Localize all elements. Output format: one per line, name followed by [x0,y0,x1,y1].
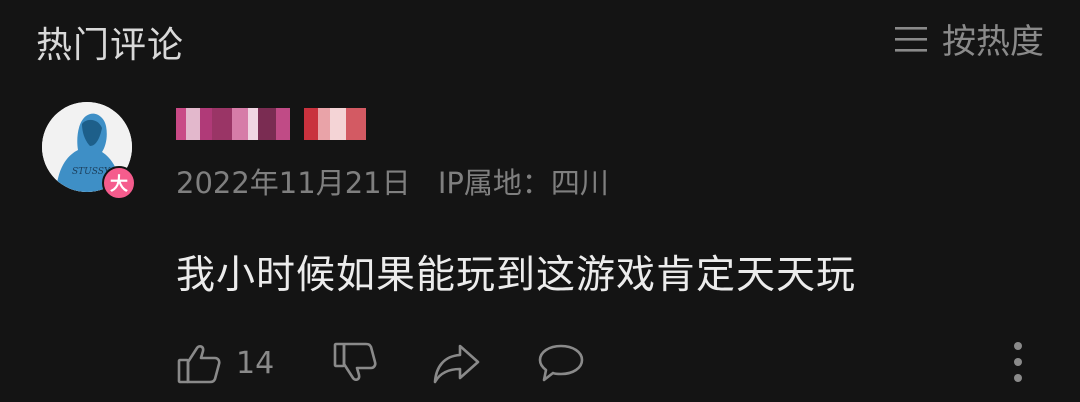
sort-label: 按热度 [942,22,1044,62]
avatar[interactable]: STUSSY 大 [42,102,136,200]
reply-bubble-icon [536,340,586,386]
like-button[interactable]: 14 [176,340,274,386]
like-count: 14 [236,345,275,381]
share-icon [432,340,482,386]
header-title: 热门评论 [36,25,185,66]
more-vertical-icon [1012,340,1024,384]
level-badge: 大 [102,166,136,200]
comment-date: 2022年11月21日 [176,166,411,200]
comment-meta: 2022年11月21日 IP属地：四川 [176,160,609,202]
reply-button[interactable] [536,340,586,386]
sort-by-popularity-button[interactable]: 按热度 [894,14,1044,63]
dislike-button[interactable] [332,340,378,386]
thumbs-down-icon [332,340,378,386]
username-pixelated[interactable] [176,108,366,140]
comment-actions: 14 [176,340,1046,390]
thumbs-up-icon [176,340,222,386]
more-options-button[interactable] [1012,340,1024,384]
comment-text: 我小时候如果能玩到这游戏肯定天天玩 [176,253,857,298]
ip-location: IP属地：四川 [437,166,609,200]
menu-lines-icon [894,24,928,54]
share-button[interactable] [432,340,482,386]
